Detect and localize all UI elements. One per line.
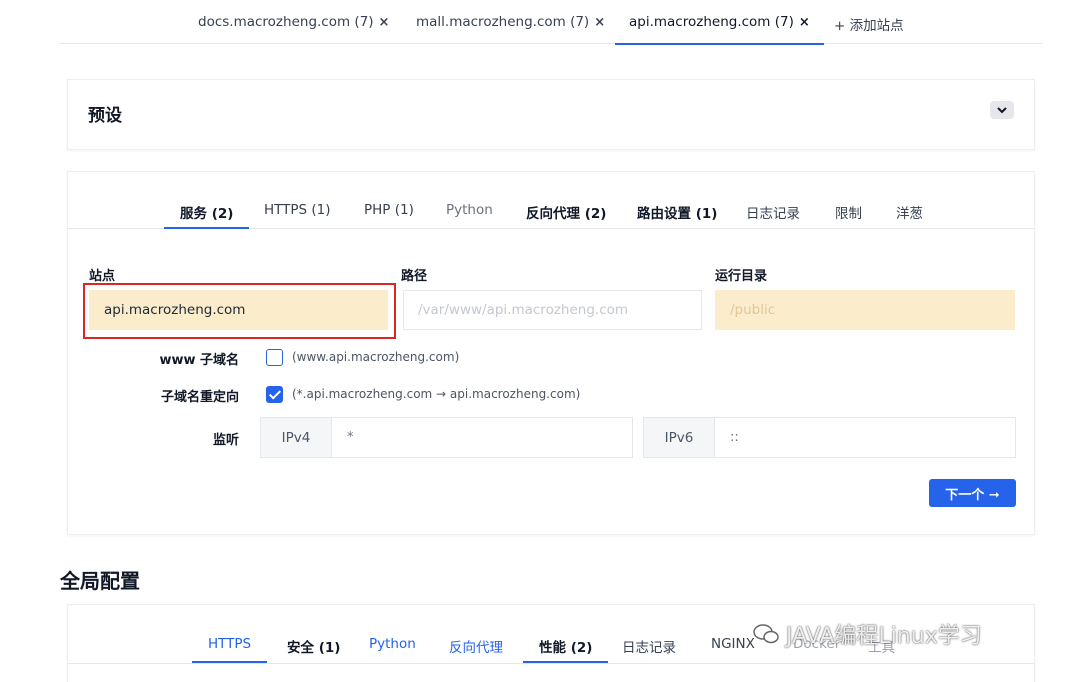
tab-limits[interactable]: 限制 <box>835 202 862 222</box>
www-subdomain-hint: (www.api.macrozheng.com) <box>292 350 460 364</box>
global-tab-python[interactable]: Python <box>369 636 416 652</box>
tab-server[interactable]: 服务 (2) <box>163 202 251 229</box>
config-tabs: 服务 (2) HTTPS (1) PHP (1) Python 反向代理 (2)… <box>68 172 1034 229</box>
global-tab-logging[interactable]: 日志记录 <box>622 636 676 656</box>
watermark-text: JAVA编程Linux学习 <box>786 624 982 649</box>
subdomain-redirect-hint: (*.api.macrozheng.com → api.macrozheng.c… <box>292 387 581 401</box>
site-label: 站点 <box>89 269 116 284</box>
highlight-outline <box>83 283 396 339</box>
ipv6-group: IPv6 :: <box>643 417 1016 458</box>
site-tab-label: docs.macrozheng.com (7) <box>198 14 374 30</box>
watermark: JAVA编程Linux学习 <box>752 618 982 650</box>
ipv6-addon: IPv6 <box>644 418 715 457</box>
site-tab-mall[interactable]: mall.macrozheng.com (7) × <box>416 14 605 44</box>
global-config-title: 全局配置 <box>60 569 140 593</box>
presets-title: 预设 <box>88 106 122 126</box>
ipv4-input[interactable]: * <box>332 418 632 457</box>
www-subdomain-label: www 子域名 <box>159 353 239 368</box>
path-input[interactable]: /var/www/api.macrozheng.com <box>403 290 702 330</box>
path-label: 路径 <box>401 269 428 284</box>
close-icon[interactable]: × <box>379 15 390 30</box>
global-tab-performance[interactable]: 性能 (2) <box>522 636 610 663</box>
site-tabs-bar: docs.macrozheng.com (7) × mall.macrozheng… <box>60 0 1042 45</box>
ipv6-input[interactable]: :: <box>715 418 1015 457</box>
close-icon[interactable]: × <box>594 15 605 30</box>
subdomain-redirect-label: 子域名重定向 <box>160 390 239 405</box>
presets-card: 预设 <box>67 79 1035 150</box>
root-dir-input[interactable]: /public <box>715 290 1015 330</box>
wechat-icon <box>753 624 779 644</box>
tab-routing[interactable]: 路由设置 (1) <box>637 202 717 222</box>
site-tab-label: mall.macrozheng.com (7) <box>416 14 590 30</box>
tab-onion[interactable]: 洋葱 <box>896 202 923 222</box>
www-subdomain-checkbox[interactable] <box>266 349 283 366</box>
subdomain-redirect-checkbox[interactable] <box>266 386 283 403</box>
root-dir-label: 运行目录 <box>715 269 768 284</box>
global-tab-security[interactable]: 安全 (1) <box>287 636 340 656</box>
global-tab-https[interactable]: HTTPS <box>191 636 268 663</box>
ipv4-group: IPv4 * <box>260 417 633 458</box>
tab-reverse-proxy[interactable]: 反向代理 (2) <box>526 202 606 222</box>
tab-php[interactable]: PHP (1) <box>364 202 414 218</box>
global-tabs-divider <box>68 663 1034 664</box>
global-tab-reverse-proxy[interactable]: 反向代理 <box>449 636 503 656</box>
tab-logging[interactable]: 日志记录 <box>746 202 800 222</box>
site-tab-docs[interactable]: docs.macrozheng.com (7) × <box>198 14 389 44</box>
close-icon[interactable]: × <box>799 15 810 30</box>
listen-label: 监听 <box>212 433 239 448</box>
tab-https[interactable]: HTTPS (1) <box>264 202 331 218</box>
tab-python[interactable]: Python <box>446 202 493 218</box>
chevron-down-icon <box>997 106 1007 113</box>
ipv4-addon: IPv4 <box>261 418 332 457</box>
site-tab-label: api.macrozheng.com (7) <box>629 14 794 30</box>
global-tab-nginx[interactable]: NGINX <box>711 636 755 652</box>
next-button[interactable]: 下一个 ➞ <box>929 479 1016 507</box>
site-tab-api[interactable]: api.macrozheng.com (7) × <box>615 14 824 45</box>
server-config-card: 服务 (2) HTTPS (1) PHP (1) Python 反向代理 (2)… <box>67 171 1035 535</box>
presets-toggle-button[interactable] <box>990 101 1014 119</box>
add-site-button[interactable]: + 添加站点 <box>834 14 904 34</box>
